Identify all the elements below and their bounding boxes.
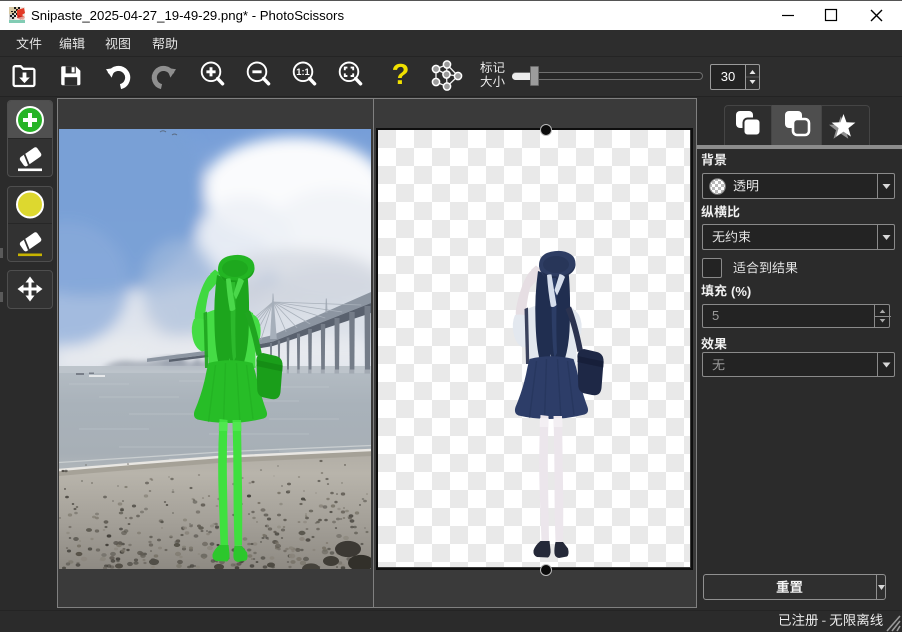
svg-text:1:1: 1:1 bbox=[296, 67, 309, 77]
